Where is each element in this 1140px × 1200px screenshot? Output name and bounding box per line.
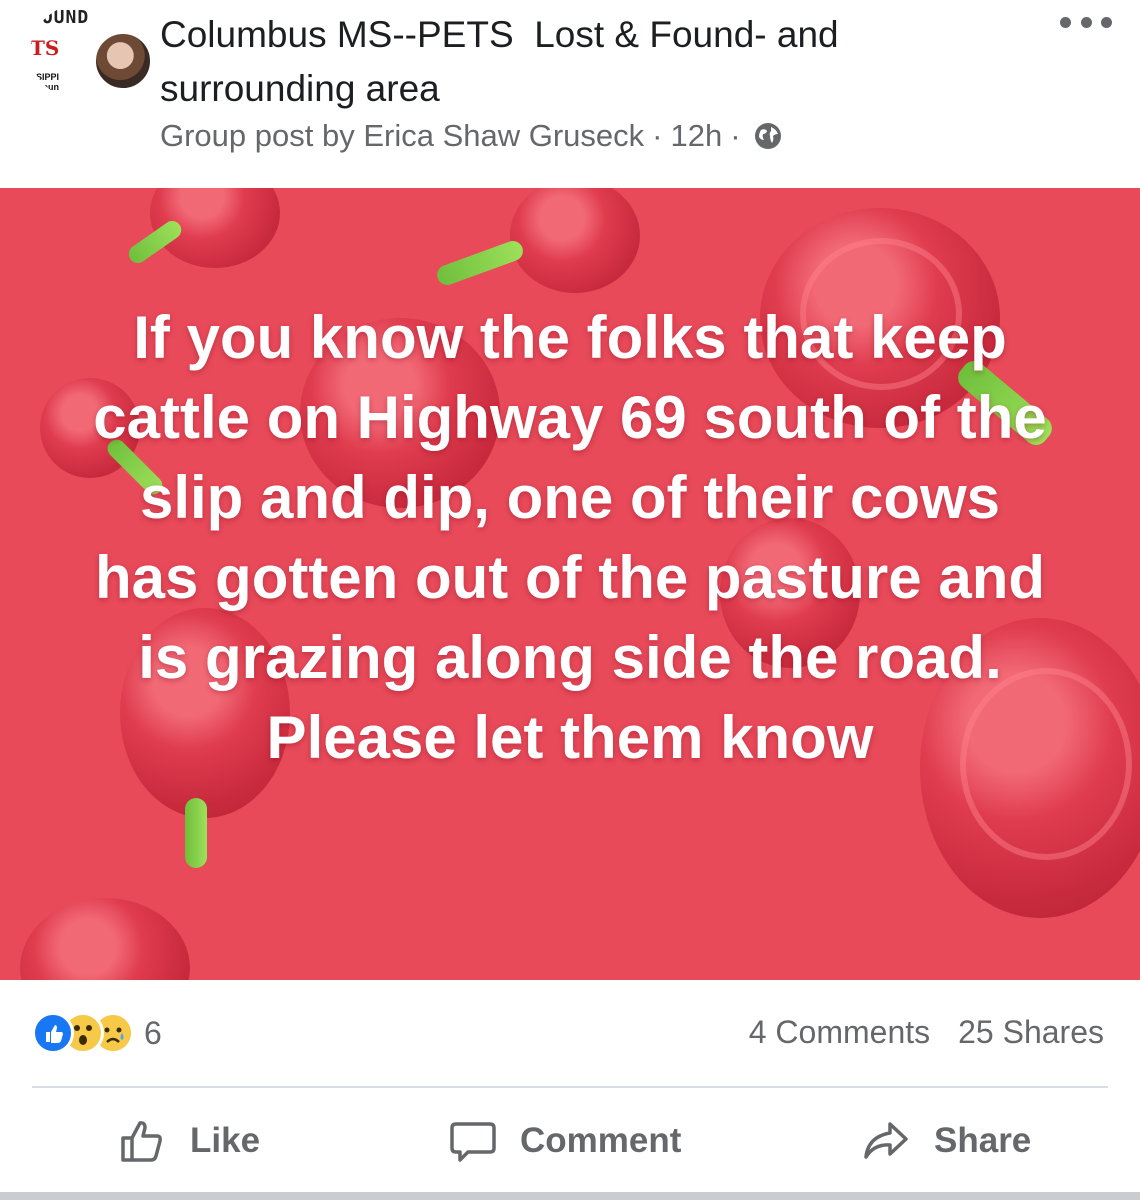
like-reaction-icon	[32, 1012, 74, 1054]
engagement-counts: 4 Comments 25 Shares	[749, 1014, 1104, 1051]
comments-count[interactable]: 4 Comments	[749, 1014, 930, 1051]
logo-ms-text: SSIPPI urroun	[30, 72, 60, 92]
share-button[interactable]: Share	[862, 1116, 1031, 1166]
meta-separator: ·	[652, 118, 663, 153]
divider	[32, 1086, 1108, 1088]
reaction-count: 6	[144, 1014, 162, 1051]
post-time[interactable]: 12h	[670, 116, 722, 156]
author-avatar[interactable]	[94, 32, 152, 90]
shares-count[interactable]: 25 Shares	[958, 1014, 1104, 1051]
bottom-separator	[0, 1192, 1140, 1200]
globe-icon	[754, 123, 781, 149]
comment-button[interactable]: Comment	[448, 1116, 681, 1166]
group-name[interactable]: Columbus MS--PETS Lost & Found- and surr…	[160, 8, 990, 116]
comment-icon	[450, 1122, 496, 1162]
post-meta: Group post by Erica Shaw Gruseck · 12h ·	[160, 116, 783, 156]
like-label: Like	[190, 1121, 261, 1160]
more-options-icon[interactable]	[1060, 12, 1112, 32]
logo-found-text: FOUND	[30, 7, 90, 28]
comment-label: Comment	[520, 1121, 682, 1160]
share-label: Share	[934, 1121, 1032, 1160]
facebook-post: FOUND TS SSIPPI urroun Columbus MS--PETS …	[0, 0, 1140, 1200]
meta-separator: ·	[730, 118, 741, 153]
like-button[interactable]: Like	[118, 1116, 260, 1166]
post-text: If you know the folks that keep cattle o…	[93, 304, 1047, 771]
group-avatar[interactable]: FOUND TS SSIPPI urroun	[30, 2, 152, 102]
post-header: FOUND TS SSIPPI urroun Columbus MS--PETS …	[0, 0, 1140, 188]
author-line[interactable]: Group post by Erica Shaw Gruseck	[160, 116, 644, 156]
thumbs-up-icon	[121, 1121, 162, 1162]
reactions-summary[interactable]: 6	[32, 1012, 162, 1054]
post-background-image: If you know the folks that keep cattle o…	[0, 188, 1140, 980]
share-arrow-icon	[864, 1122, 908, 1159]
logo-ts-text: TS	[30, 36, 60, 60]
